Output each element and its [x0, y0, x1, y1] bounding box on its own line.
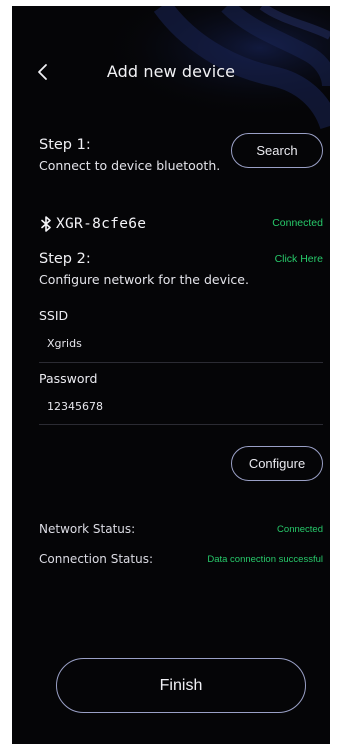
- password-field[interactable]: 12345678: [47, 400, 103, 413]
- device-name: XGR-8cfe6e: [56, 216, 147, 232]
- ssid-field[interactable]: Xgrids: [47, 337, 82, 350]
- app-screen: Add new device Step 1: Connect to device…: [12, 6, 330, 744]
- search-button[interactable]: Search: [231, 133, 323, 168]
- step1-description: Connect to device bluetooth.: [39, 158, 221, 173]
- bluetooth-icon: [41, 216, 51, 232]
- click-here-link[interactable]: Click Here: [275, 253, 323, 265]
- finish-button[interactable]: Finish: [56, 658, 306, 713]
- device-row: XGR-8cfe6e: [39, 213, 146, 235]
- header: Add new device: [12, 58, 330, 88]
- network-status-label: Network Status:: [39, 522, 136, 536]
- connection-status-label: Connection Status:: [39, 552, 153, 566]
- step1-title: Step 1:: [39, 137, 91, 153]
- network-status-value: Connected: [277, 524, 323, 535]
- password-label: Password: [39, 371, 98, 386]
- page-title: Add new device: [106, 62, 236, 81]
- password-divider: [39, 424, 323, 425]
- ssid-divider: [39, 362, 323, 363]
- connection-status-value: Data connection successful: [207, 554, 323, 565]
- configure-button[interactable]: Configure: [231, 446, 323, 481]
- device-status: Connected: [272, 217, 323, 229]
- step2-title: Step 2:: [39, 251, 91, 267]
- ssid-label: SSID: [39, 308, 69, 323]
- step2-description: Configure network for the device.: [39, 272, 249, 287]
